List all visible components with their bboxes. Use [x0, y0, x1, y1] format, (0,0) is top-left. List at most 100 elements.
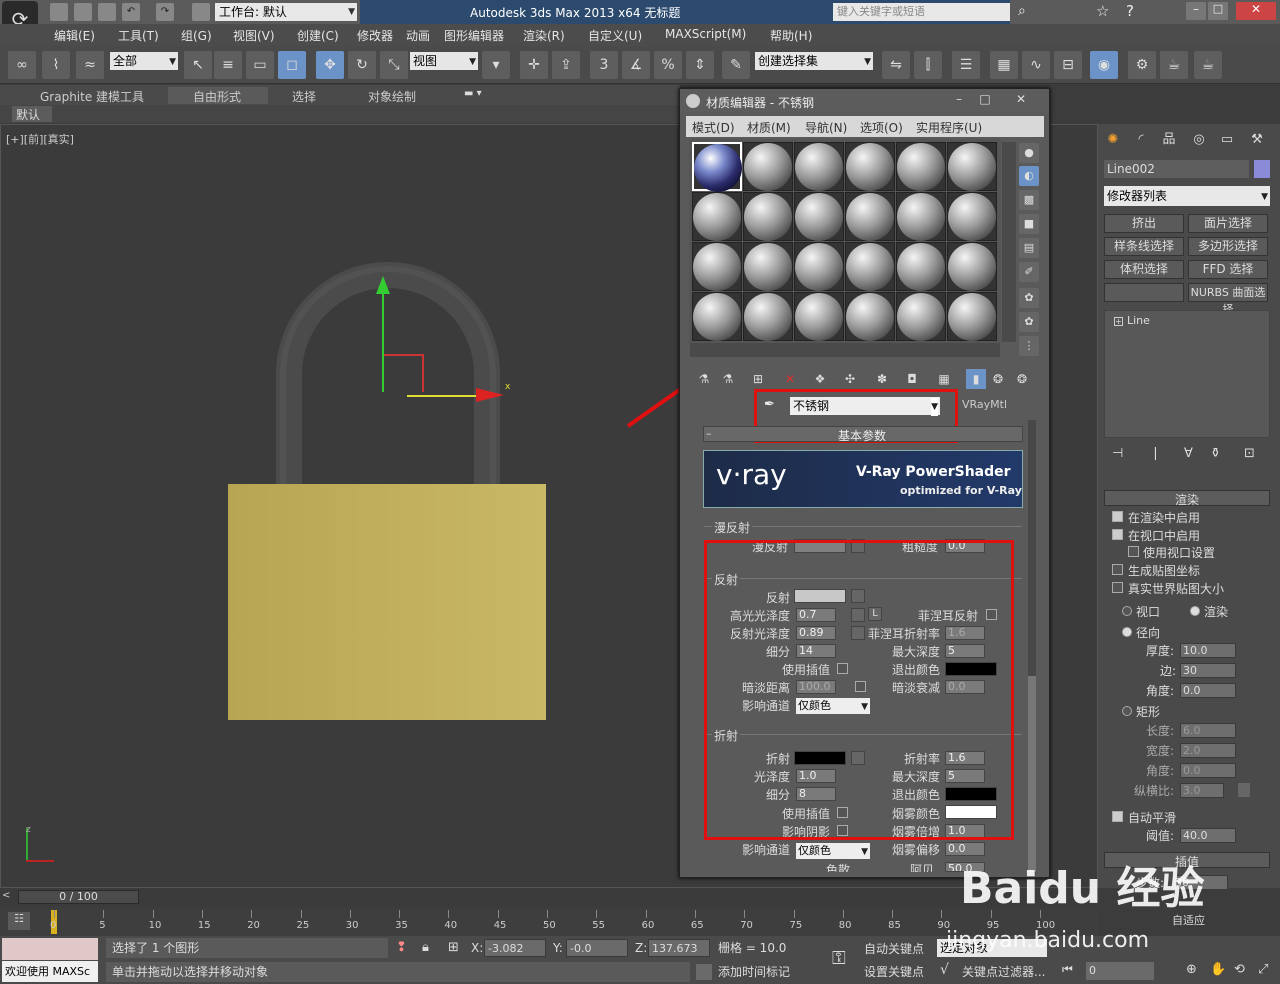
workspace-dropdown[interactable]: 工作台: 默认 ▼ [215, 3, 357, 21]
rect-selection-icon[interactable]: ▭ [246, 51, 274, 79]
star-icon[interactable]: ☆ [1096, 2, 1109, 20]
key-filters-button[interactable]: 关键点过滤器... [962, 963, 1045, 980]
mod-nurbs-select-button[interactable]: NURBS 曲面选择 [1188, 283, 1268, 316]
mirror-icon[interactable]: ⇋ [882, 51, 910, 79]
mat-menu-modes[interactable]: 模式(D) [692, 119, 735, 136]
menu-group[interactable]: 组(G) [181, 27, 212, 44]
params-scroll-thumb[interactable] [1028, 676, 1036, 872]
undo-icon[interactable]: ↶ [122, 3, 140, 21]
rendered-frame-icon[interactable]: ☕ [1160, 51, 1188, 79]
absolute-mode-icon[interactable]: ⊞ [448, 940, 459, 955]
material-sample-slot[interactable] [794, 142, 844, 191]
rollout-collapse-icon[interactable]: – [706, 427, 712, 440]
material-type-button[interactable]: VRayMtl [962, 398, 1007, 411]
ribbon-tab-freeform[interactable]: 自由形式 [193, 88, 241, 105]
configure-sets-icon[interactable]: ⊡ [1244, 446, 1255, 461]
time-prev-icon[interactable]: < [2, 890, 16, 904]
goto-start-icon[interactable]: ⏮ [1062, 962, 1073, 977]
save-file-icon[interactable] [98, 3, 116, 21]
mat-menu-utilities[interactable]: 实用程序(U) [916, 119, 982, 136]
reset-material-icon[interactable]: ✕ [780, 369, 800, 389]
sample-type-icon[interactable]: ● [1019, 143, 1039, 163]
uv-tiling-icon[interactable]: ■ [1019, 214, 1039, 234]
object-color-swatch[interactable] [1254, 160, 1270, 178]
material-sample-slot[interactable] [743, 192, 793, 241]
menu-animation[interactable]: 动画 [406, 27, 430, 44]
material-sample-slot[interactable] [794, 192, 844, 241]
render-setup-icon[interactable]: ⚙ [1128, 51, 1156, 79]
angle2-spinner[interactable]: 0.0 [1180, 763, 1236, 778]
material-sample-slot[interactable] [896, 242, 946, 291]
rotate-icon[interactable]: ↻ [348, 51, 376, 79]
mat-close-button[interactable]: ✕ [1010, 91, 1032, 107]
select-object-icon[interactable]: ↖ [184, 51, 212, 79]
object-name-field[interactable]: Line002 [1104, 160, 1249, 178]
material-sample-slot[interactable] [845, 142, 895, 191]
menu-help[interactable]: 帮助(H) [770, 27, 812, 44]
scale-icon[interactable]: ⤡ [380, 51, 408, 79]
menu-graph-editors[interactable]: 图形编辑器 [444, 27, 504, 44]
put-to-library-icon[interactable]: ✽ [872, 369, 892, 389]
help-icon[interactable]: ? [1126, 2, 1134, 20]
menu-modifiers[interactable]: 修改器 [357, 27, 393, 44]
set-key-icon[interactable]: ⚿ [832, 948, 846, 969]
display-tab-icon[interactable]: ▭ [1216, 129, 1238, 151]
curve-editor-icon[interactable]: ∿ [1022, 51, 1050, 79]
show-map-icon[interactable]: ▦ [934, 369, 954, 389]
material-sample-slot[interactable] [896, 192, 946, 241]
project-folder-icon[interactable] [192, 3, 210, 21]
material-sample-slot[interactable] [743, 242, 793, 291]
material-sample-slot[interactable] [896, 292, 946, 341]
thickness-spinner[interactable]: 10.0 [1180, 643, 1236, 658]
mod-poly-select-button[interactable]: 多边形选择 [1188, 237, 1268, 256]
mat-menu-material[interactable]: 材质(M) [747, 119, 791, 136]
material-sample-slot[interactable] [743, 142, 793, 191]
hierarchy-tab-icon[interactable]: 品 [1158, 129, 1180, 151]
modify-tab-icon[interactable]: ◜ [1130, 129, 1152, 151]
mat-menu-options[interactable]: 选项(O) [860, 119, 903, 136]
make-unique-stack-icon[interactable]: ∀ [1184, 446, 1193, 461]
viewport-radio[interactable] [1122, 606, 1132, 616]
sides-spinner[interactable]: 30 [1180, 663, 1236, 678]
zoom-extents-icon[interactable]: ⊕ [1186, 962, 1197, 977]
show-end-result-stack-icon[interactable]: ❘ [1150, 446, 1161, 461]
material-sample-slot[interactable] [743, 292, 793, 341]
selection-lock-icon[interactable]: 🔒︎ [422, 940, 429, 955]
rectangular-radio[interactable] [1122, 706, 1132, 716]
material-sample-slot[interactable] [845, 242, 895, 291]
mod-ffd-select-button[interactable]: FFD 选择 [1188, 260, 1268, 279]
remove-modifier-icon[interactable]: ⚱ [1210, 446, 1221, 461]
add-time-tag[interactable]: 添加时间标记 [718, 963, 790, 980]
auto-key-button[interactable]: 自动关键点 [864, 939, 932, 959]
material-sample-slot[interactable] [692, 292, 742, 341]
maxscript-listener-mini[interactable] [2, 938, 98, 960]
mod-patch-select-button[interactable]: 面片选择 [1188, 214, 1268, 233]
edit-named-sel-icon[interactable]: ✎ [722, 51, 750, 79]
background-icon[interactable]: ▩ [1019, 190, 1039, 210]
material-sample-slot[interactable] [794, 242, 844, 291]
copy-material-icon[interactable]: ❖ [810, 369, 830, 389]
bind-space-warp-icon[interactable]: ≈ [76, 51, 104, 79]
show-end-result-icon[interactable]: ▮ [966, 369, 986, 389]
select-manipulate-icon[interactable]: ✛ [520, 51, 548, 79]
material-sample-slot[interactable] [692, 192, 742, 241]
material-sample-slot[interactable] [947, 292, 997, 341]
viewport-label[interactable]: [+][前][真实] [6, 131, 74, 147]
gizmo-plane-handle-2[interactable] [422, 354, 424, 392]
make-preview-icon[interactable]: ✐ [1019, 262, 1039, 282]
default-tangents-icon[interactable]: √ [940, 962, 949, 978]
radial-radio[interactable] [1122, 627, 1132, 637]
put-to-scene-icon[interactable]: ⚗ [718, 369, 738, 389]
angle-snap-icon[interactable]: ∡ [622, 51, 650, 79]
keyboard-shortcut-icon[interactable]: ⇪ [552, 51, 580, 79]
spinner-snap-icon[interactable]: ⇕ [686, 51, 714, 79]
ribbon-tab-selection[interactable]: 选择 [292, 88, 316, 105]
aspect-lock-icon[interactable] [1238, 783, 1250, 797]
menu-view[interactable]: 视图(V) [233, 27, 275, 44]
material-sample-slot[interactable] [947, 242, 997, 291]
unlink-icon[interactable]: ⌇ [42, 51, 70, 79]
slots-vscroll[interactable] [1002, 142, 1016, 342]
material-map-navigator-icon[interactable]: ⋮ [1019, 336, 1039, 356]
material-sample-slot[interactable] [896, 142, 946, 191]
mod-vol-select-button[interactable]: 体积选择 [1104, 260, 1184, 279]
